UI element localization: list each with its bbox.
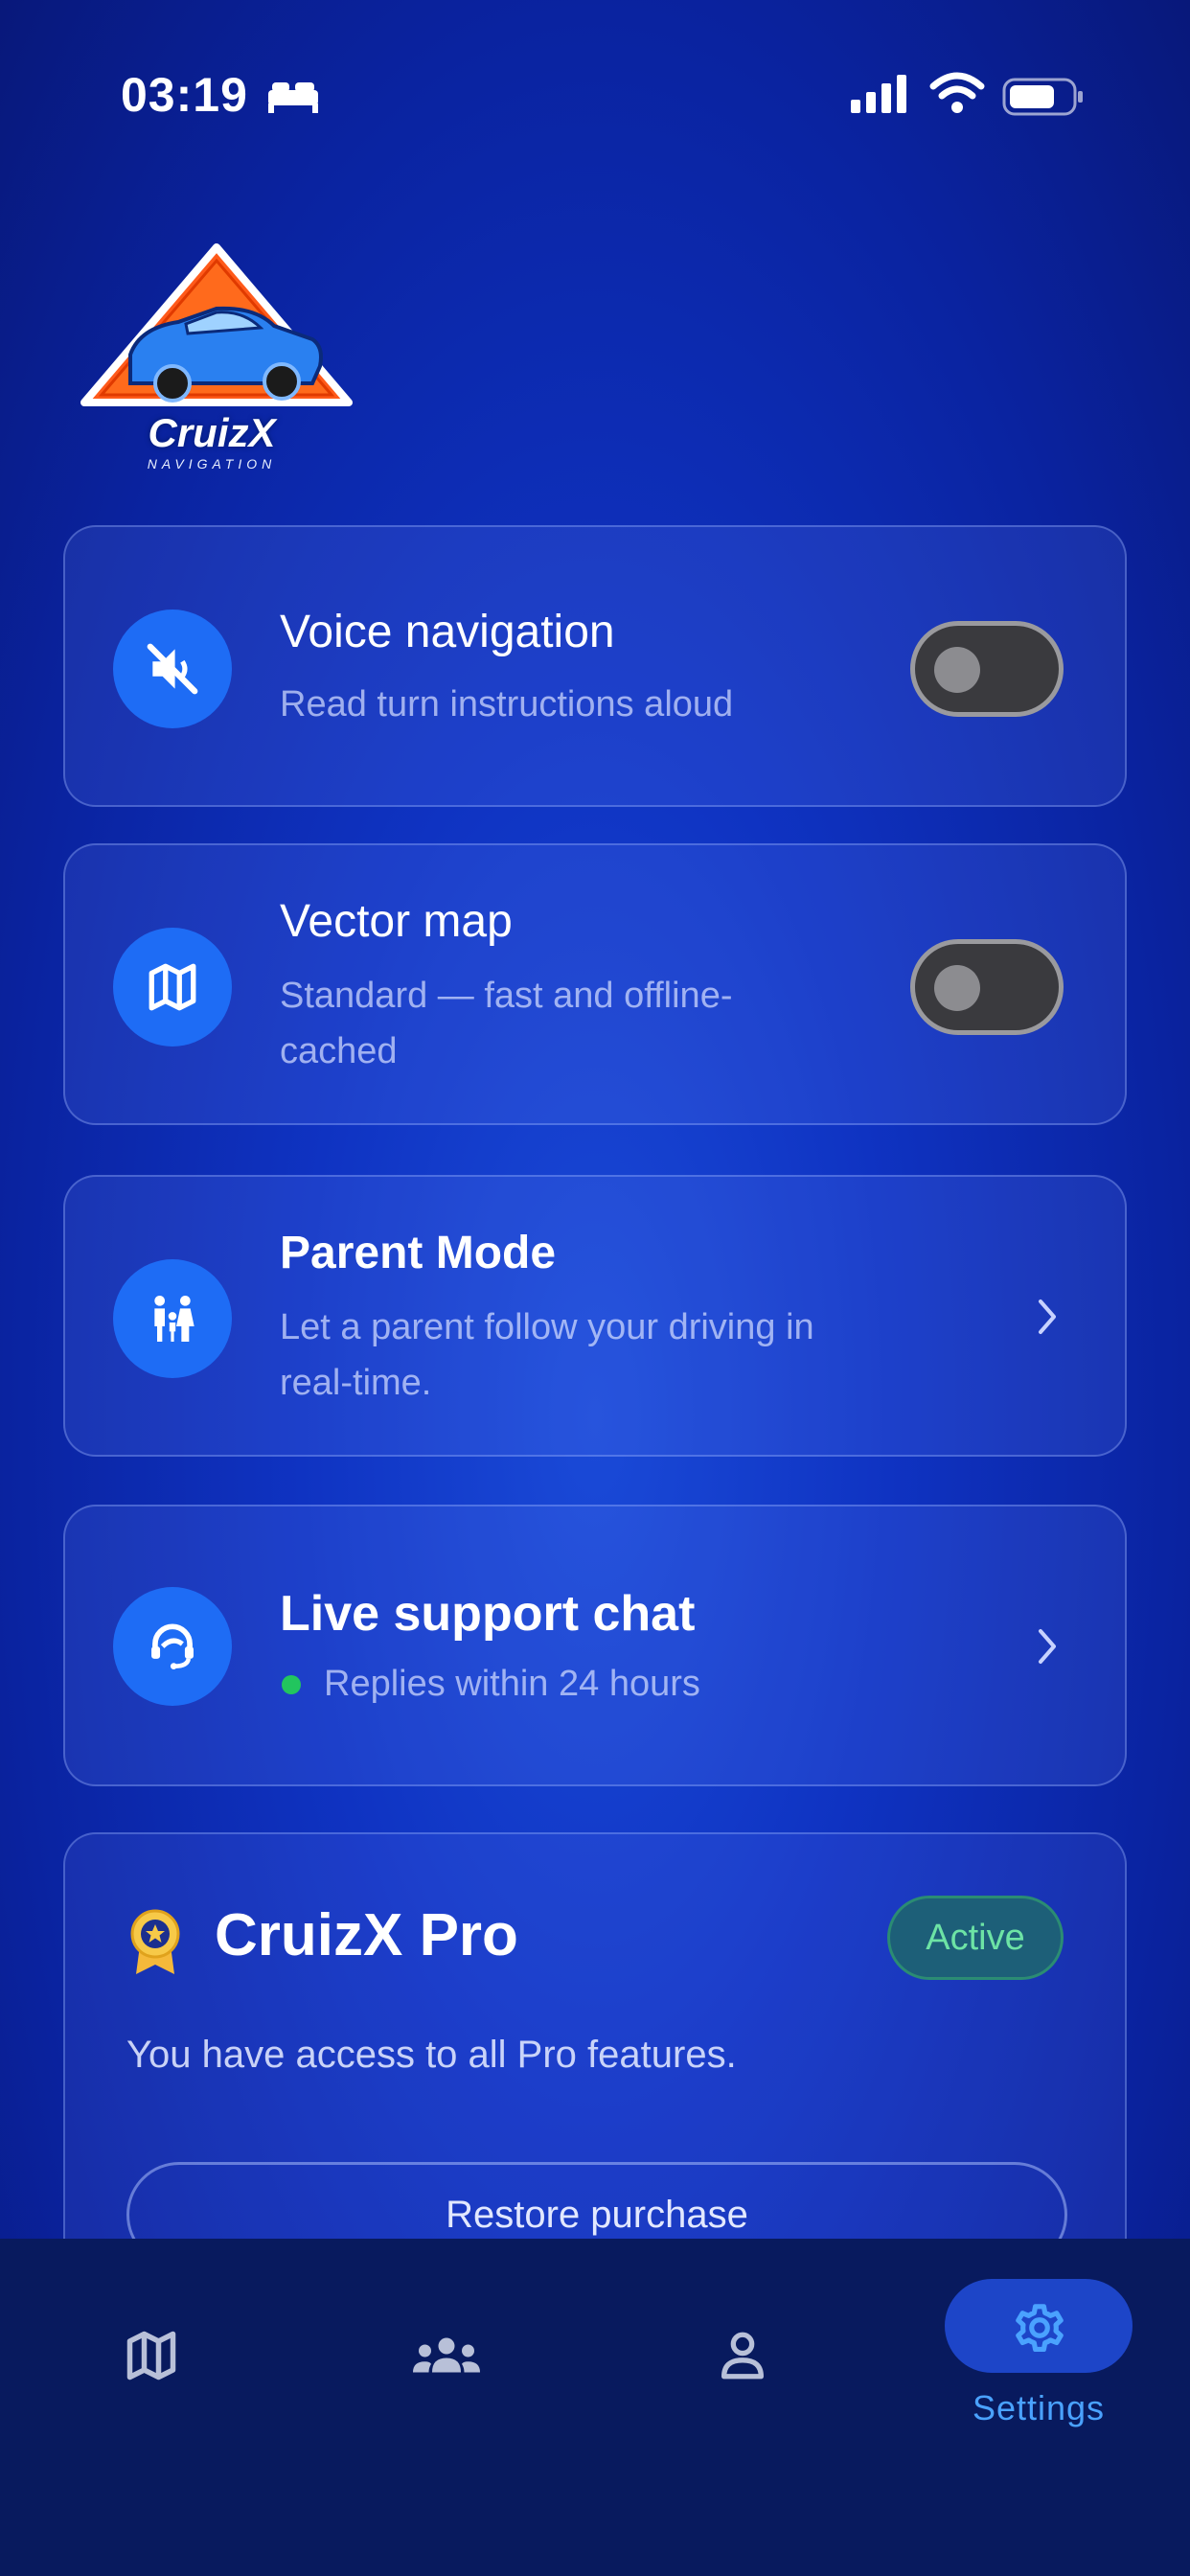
gear-icon [1016,2304,1064,2353]
parent-mode-subtitle-line1: Let a parent follow your driving in [280,1307,814,1347]
status-time: 03:19 [121,68,248,122]
tab-settings[interactable]: Settings [891,2239,1188,2488]
cellular-signal-icon [851,75,906,113]
family-icon [154,1296,195,1342]
status-bar: 03:19 [0,0,1190,192]
pro-title: CruizX Pro [215,1902,518,1968]
voice-navigation-title: Voice navigation [280,607,615,657]
chevron-right-icon [1039,1300,1056,1334]
online-status-dot [282,1675,301,1694]
vector-map-setting: Vector map Standard — fast and offline- … [63,843,1127,1125]
bottom-tab-bar: Settings [0,2239,1190,2576]
support-icon-circle [113,1587,232,1706]
vector-map-subtitle-line2: cached [280,1031,398,1071]
vector-map-icon-circle [113,928,232,1046]
tab-group[interactable] [297,2239,594,2488]
sleep-focus-icon [268,82,318,113]
live-support-chat-row[interactable]: Live support chat Replies within 24 hour… [63,1505,1127,1786]
parent-mode-icon-circle [113,1259,232,1378]
tab-profile[interactable] [594,2239,891,2488]
speaker-muted-icon [147,643,198,695]
tab-settings-label: Settings [972,2388,1106,2427]
vector-map-toggle[interactable] [910,939,1064,1035]
pro-status-badge: Active [887,1896,1064,1980]
parent-mode-subtitle-line2: real-time. [280,1363,432,1403]
voice-navigation-icon-circle [113,610,232,728]
tab-map[interactable] [0,2239,297,2488]
award-icon [130,1909,180,1974]
logo-title: CruizX [148,410,276,455]
voice-navigation-subtitle: Read turn instructions aloud [280,684,734,724]
voice-navigation-setting: Voice navigation Read turn instructions … [63,525,1127,807]
chevron-right-icon [1039,1629,1056,1664]
map-icon [149,963,196,1011]
vector-map-title: Vector map [280,896,513,947]
logo-subtitle: NAVIGATION [147,456,277,472]
map-icon [126,2331,176,2380]
parent-mode-title: Parent Mode [280,1228,557,1278]
group-icon [413,2337,480,2373]
vector-map-subtitle-line1: Standard — fast and offline- [280,976,733,1016]
live-support-title: Live support chat [280,1586,696,1642]
battery-icon [1002,78,1083,116]
person-icon [721,2332,764,2380]
voice-navigation-toggle[interactable] [910,621,1064,717]
wifi-icon [929,72,985,113]
parent-mode-row[interactable]: Parent Mode Let a parent follow your dri… [63,1175,1127,1457]
support-agent-icon [151,1623,194,1670]
live-support-subtitle: Replies within 24 hours [324,1664,700,1704]
pro-description: You have access to all Pro features. [126,2034,737,2076]
